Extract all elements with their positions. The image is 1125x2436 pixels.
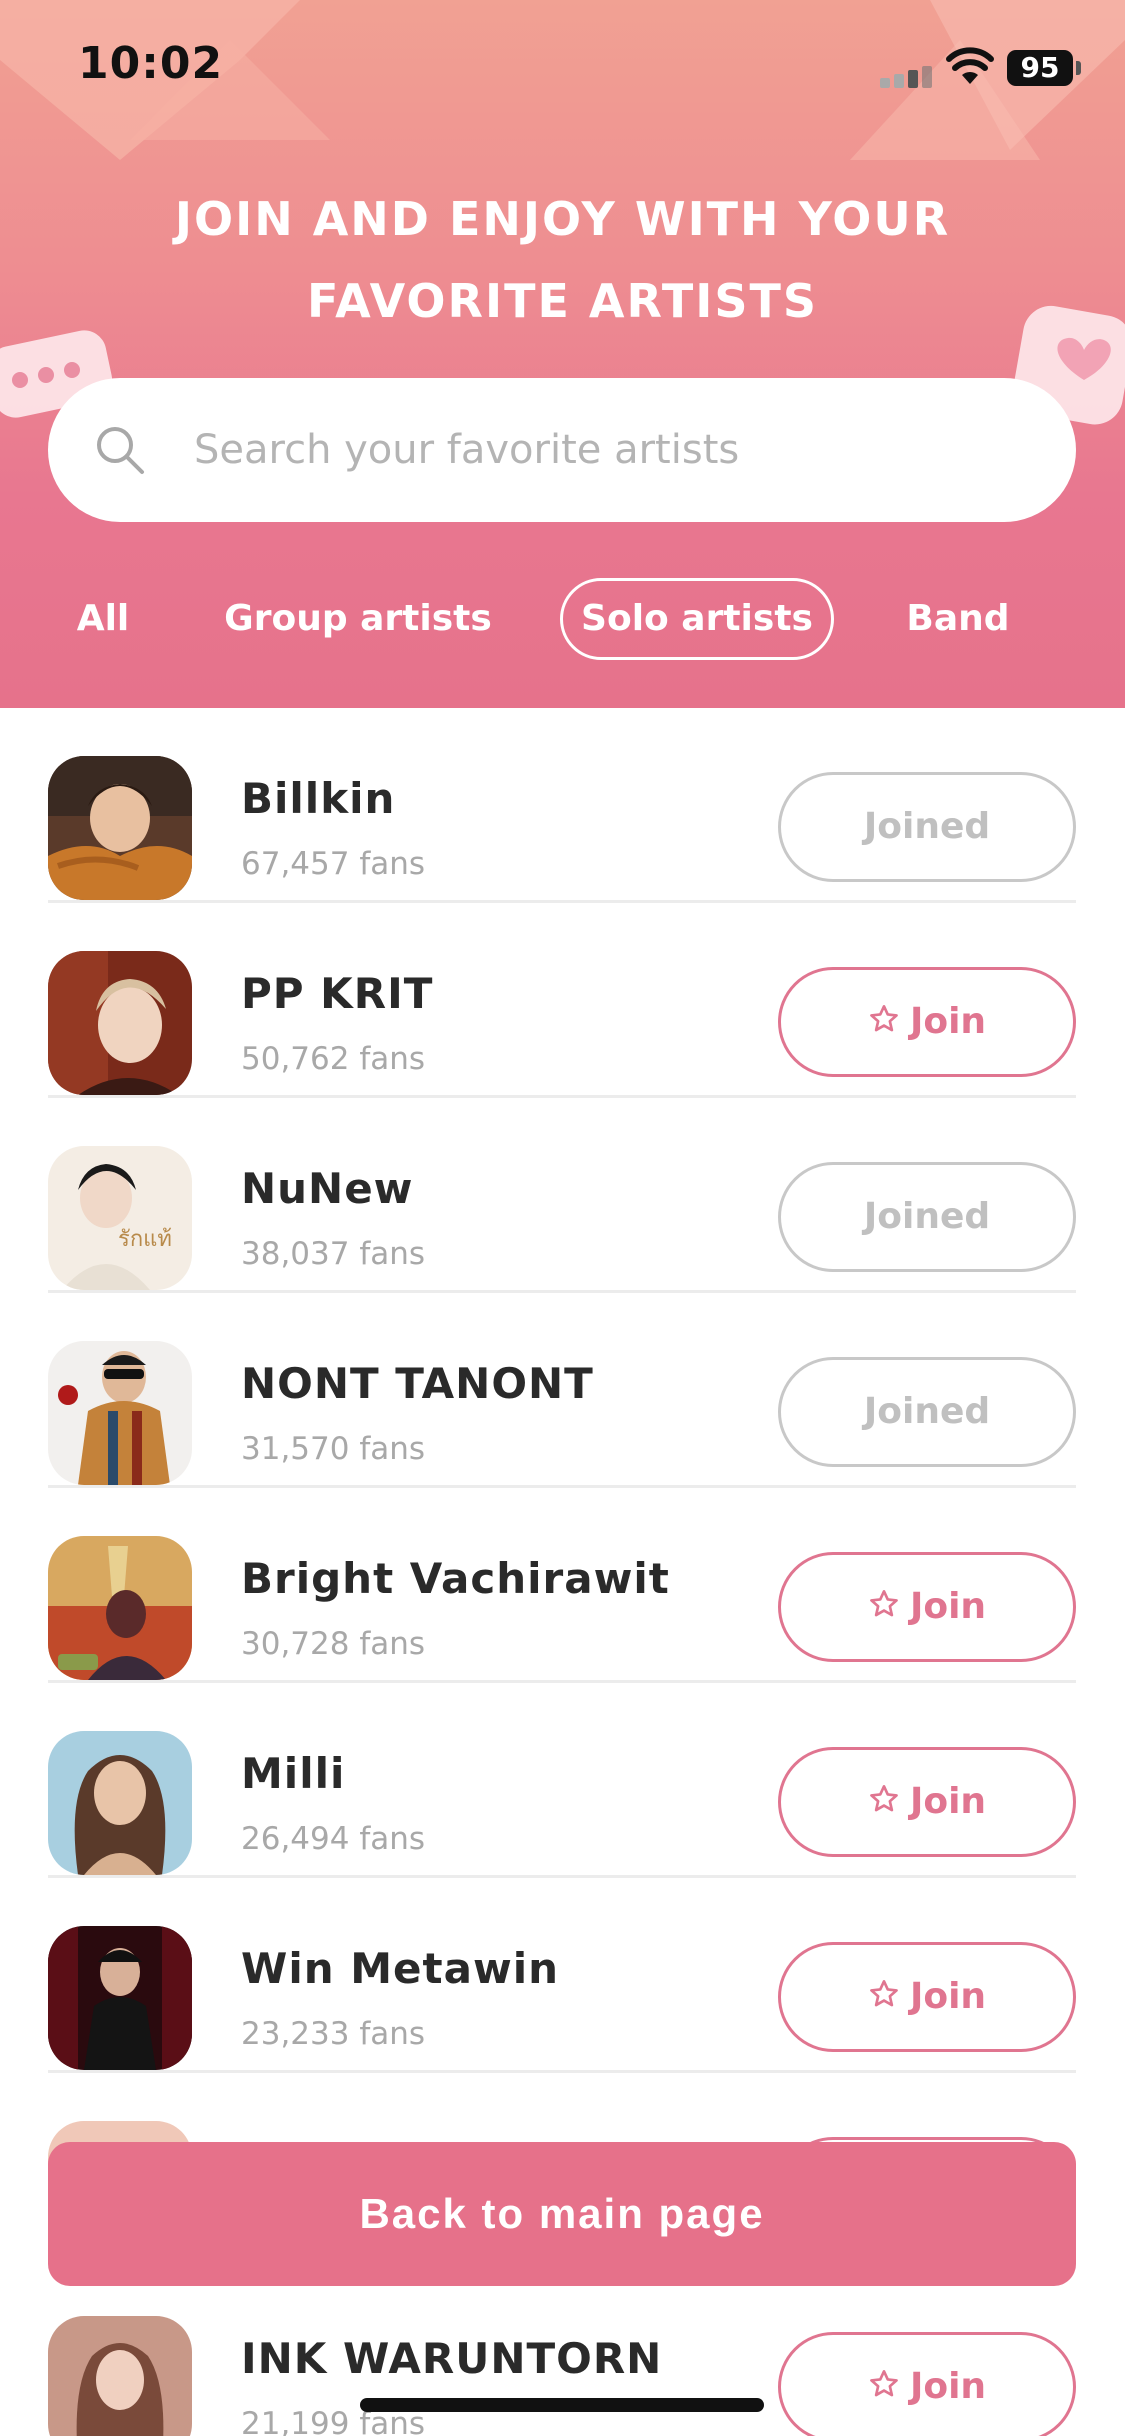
search-input[interactable]: [194, 414, 1034, 486]
join-button-label: Join: [909, 2366, 987, 2407]
avatar: [48, 756, 192, 900]
join-button-label: Join: [909, 1001, 987, 1042]
tab-group-artists[interactable]: Group artists: [218, 578, 498, 660]
header-banner: 10:02 95 JOIN AND ENJOY WITH YOUR FAVORI…: [0, 0, 1125, 708]
avatar: [48, 2316, 192, 2436]
artist-row[interactable]: NONT TANONT 31,570 fans Joined: [48, 1293, 1076, 1488]
category-tabs: All Group artists Solo artists Band: [0, 578, 1125, 660]
artist-row[interactable]: Bright Vachirawit 30,728 fans Join: [48, 1488, 1076, 1683]
search-bar[interactable]: [48, 378, 1076, 522]
artist-name: NONT TANONT: [241, 1359, 594, 1408]
star-icon: [870, 1785, 898, 1812]
status-bar: 10:02 95: [0, 0, 1125, 140]
page-title-line2: FAVORITE ARTISTS: [307, 274, 818, 328]
artist-fan-count: 31,570 fans: [241, 1431, 426, 1467]
joined-button[interactable]: Joined: [778, 772, 1076, 882]
artist-row[interactable]: รักแท้ NuNew 38,037 fans Joined: [48, 1098, 1076, 1293]
star-icon: [870, 1005, 898, 1032]
tab-band[interactable]: Band: [896, 578, 1020, 660]
wifi-icon: [946, 47, 994, 84]
artist-fan-count: 23,233 fans: [241, 2016, 426, 2052]
artist-name: Billkin: [241, 774, 396, 823]
artist-name: Win Metawin: [241, 1944, 560, 1993]
avatar: [48, 1341, 192, 1485]
avatar: [48, 1536, 192, 1680]
search-icon[interactable]: [94, 424, 146, 476]
artist-row[interactable]: PP KRIT 50,762 fans Join: [48, 903, 1076, 1098]
joined-button-label: Joined: [863, 1391, 991, 1432]
status-time: 10:02: [78, 38, 224, 89]
star-icon: [870, 1590, 898, 1617]
artist-name: PP KRIT: [241, 969, 434, 1018]
avatar: [48, 1926, 192, 2070]
home-indicator[interactable]: [360, 2398, 764, 2412]
artist-name: INK WARUNTORN: [241, 2334, 663, 2383]
battery-icon: 95: [1007, 50, 1073, 86]
join-button[interactable]: Join: [778, 967, 1076, 1077]
join-button[interactable]: Join: [778, 1552, 1076, 1662]
star-icon: [870, 2370, 898, 2397]
join-button-label: Join: [909, 1586, 987, 1627]
signal-icon: [880, 66, 932, 88]
tab-solo-artists[interactable]: Solo artists: [560, 578, 834, 660]
joined-button-label: Joined: [863, 806, 991, 847]
artist-name: NuNew: [241, 1164, 414, 1213]
join-button-label: Join: [909, 1976, 987, 2017]
join-button[interactable]: Join: [778, 1747, 1076, 1857]
join-button[interactable]: Join: [778, 2332, 1076, 2436]
avatar: [48, 951, 192, 1095]
artist-fan-count: 30,728 fans: [241, 1626, 426, 1662]
avatar: รักแท้: [48, 1146, 192, 1290]
page-title-line1: JOIN AND ENJOY WITH YOUR: [174, 192, 951, 246]
artist-fan-count: 26,494 fans: [241, 1821, 426, 1857]
artist-row[interactable]: Win Metawin 23,233 fans Join: [48, 1878, 1076, 2073]
join-button-label: Join: [909, 1781, 987, 1822]
artist-fan-count: 67,457 fans: [241, 846, 426, 882]
joined-button[interactable]: Joined: [778, 1162, 1076, 1272]
joined-button[interactable]: Joined: [778, 1357, 1076, 1467]
avatar: [48, 1731, 192, 1875]
artist-name: Bright Vachirawit: [241, 1554, 670, 1603]
back-to-main-button[interactable]: Back to main page: [48, 2142, 1076, 2286]
artist-fan-count: 38,037 fans: [241, 1236, 426, 1272]
star-icon: [870, 1980, 898, 2007]
joined-button-label: Joined: [863, 1196, 991, 1237]
join-button[interactable]: Join: [778, 1942, 1076, 2052]
artist-fan-count: 50,762 fans: [241, 1041, 426, 1077]
cover-text: รักแท้: [118, 1227, 172, 1252]
artist-row[interactable]: Milli 26,494 fans Join: [48, 1683, 1076, 1878]
battery-tip: [1076, 61, 1081, 75]
tab-all[interactable]: All: [68, 578, 138, 660]
artist-name: Milli: [241, 1749, 346, 1798]
artist-row[interactable]: Billkin 67,457 fans Joined: [48, 708, 1076, 903]
